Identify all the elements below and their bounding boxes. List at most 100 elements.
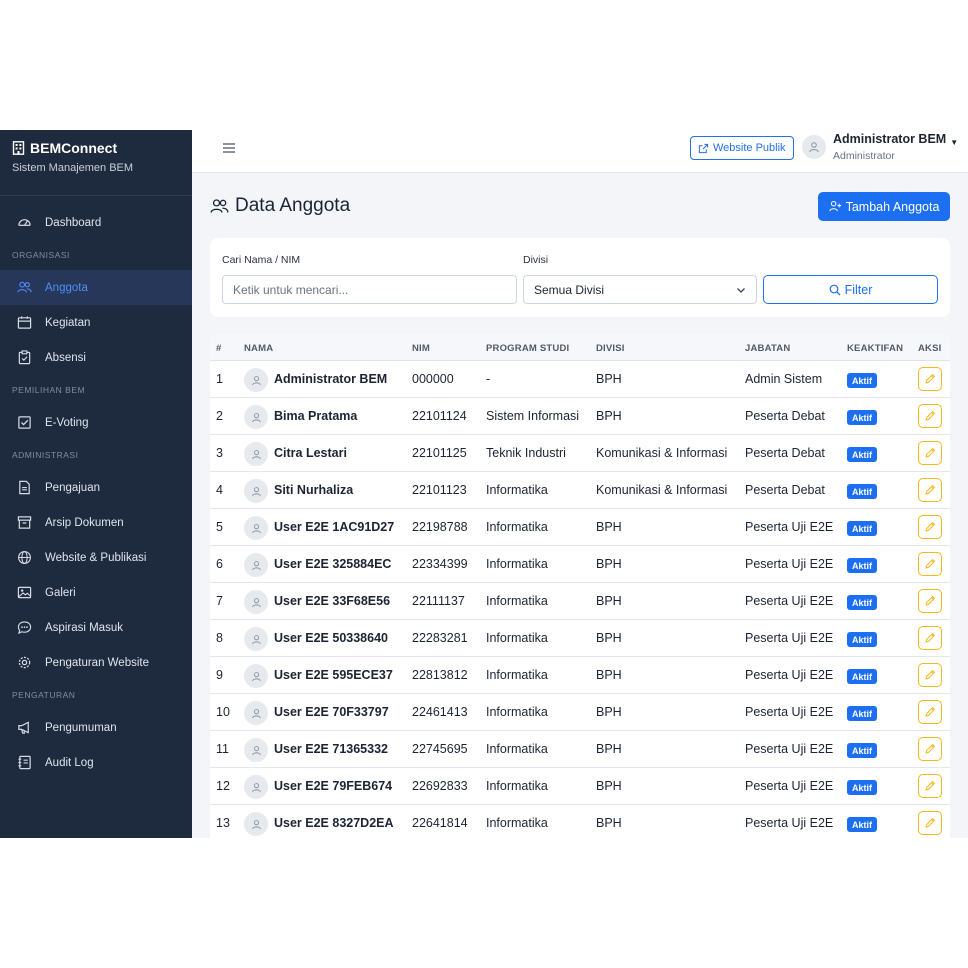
public-website-button[interactable]: Website Publik [690,136,794,160]
status-badge: Aktif [847,817,877,832]
table-body: 1 Administrator BEM 000000 - BPH Admin Sistem… [210,361,950,838]
person-icon [251,782,262,793]
sidebar-item-kegiatan[interactable]: Kegiatan [0,305,192,340]
cell-divisi: BPH [596,594,622,608]
sidebar-item-galeri[interactable]: Galeri [0,575,192,610]
person-icon [251,708,262,719]
chat-dots-icon [16,620,32,636]
cell-name: Siti Nurhaliza [274,483,354,497]
table-row: 1 Administrator BEM 000000 - BPH Admin Sistem… [210,361,950,398]
cell-no: 5 [216,520,223,534]
brand-title[interactable]: BEMConnect [12,140,180,156]
status-badge: Aktif [847,632,877,647]
sidebar-item-dashboard[interactable]: Dashboard [0,205,192,240]
cell-program-studi: Informatika [486,520,548,534]
cell-divisi: Komunikasi & Informasi [596,446,728,460]
sidebar-item-audit-log[interactable]: Audit Log [0,745,192,780]
sidebar-item-label: Absensi [45,351,86,364]
status-badge: Aktif [847,373,877,388]
brand: BEMConnect Sistem Manajemen BEM [0,130,192,196]
table-row: 6 User E2E 325884EC 22334399 Informatika BPH… [210,546,950,583]
cell-divisi: BPH [596,668,622,682]
cell-jabatan: Peserta Uji E2E [745,557,834,571]
user-menu[interactable]: Administrator BEM Administrator ▼ [802,132,958,162]
cell-no: 9 [216,668,223,682]
add-member-button[interactable]: Tambah Anggota [818,192,950,221]
pencil-icon [924,706,936,718]
members-table: # NAMA NIM PROGRAM STUDI DIVISI JABATAN … [210,334,950,838]
edit-button[interactable] [918,737,942,761]
status-badge: Aktif [847,780,877,795]
edit-button[interactable] [918,811,942,835]
user-role: Administrator [833,150,895,162]
menu-toggle-icon[interactable] [222,141,236,155]
sidebar-item-label: Audit Log [45,756,94,769]
avatar [244,664,268,688]
cell-name: User E2E 70F33797 [274,705,389,719]
sidebar-item-label: Pengajuan [45,481,100,494]
caret-down-icon: ▼ [950,137,959,147]
edit-button[interactable] [918,367,942,391]
app-window: BEMConnect Sistem Manajemen BEM Dashboar… [0,130,968,838]
search-input[interactable]: Ketik untuk mencari... [222,275,517,304]
public-website-label: Website Publik [713,142,786,154]
status-badge: Aktif [847,669,877,684]
person-icon [251,745,262,756]
pencil-icon [924,373,936,385]
cell-jabatan: Peserta Uji E2E [745,705,834,719]
sidebar-item-aspirasi[interactable]: Aspirasi Masuk [0,610,192,645]
megaphone-icon [16,720,32,736]
gauge-icon [16,215,32,231]
cell-program-studi: Teknik Industri [486,446,566,460]
table-row: 9 User E2E 595ECE37 22813812 Informatika BPH… [210,657,950,694]
header-name: NAMA [244,343,274,354]
search-icon [829,284,841,295]
pencil-icon [924,410,936,422]
edit-button[interactable] [918,774,942,798]
edit-button[interactable] [918,404,942,428]
cell-program-studi: Informatika [486,557,548,571]
edit-button[interactable] [918,663,942,687]
cell-nim: 000000 [412,372,454,386]
sidebar-item-label: Arsip Dokumen [45,516,124,529]
nav-section-pengaturan: PENGATURAN [12,690,76,700]
header-nim: NIM [412,343,431,354]
sidebar-item-website[interactable]: Website & Publikasi [0,540,192,575]
edit-button[interactable] [918,700,942,724]
pencil-icon [924,484,936,496]
file-text-icon [16,480,32,496]
sidebar-item-pengumuman[interactable]: Pengumuman [0,710,192,745]
cell-nim: 22101124 [412,409,467,423]
division-select[interactable]: Semua Divisi [523,275,757,304]
cell-no: 11 [216,742,229,756]
edit-button[interactable] [918,515,942,539]
search-placeholder: Ketik untuk mencari... [233,282,349,297]
avatar [244,738,268,762]
edit-button[interactable] [918,478,942,502]
edit-button[interactable] [918,589,942,613]
cell-name: User E2E 71365332 [274,742,388,756]
filter-button[interactable]: Filter [763,275,938,304]
nav-section-pemilihan: PEMILIHAN BEM [12,385,86,395]
sidebar-item-arsip[interactable]: Arsip Dokumen [0,505,192,540]
header-program-studi: PROGRAM STUDI [486,343,570,354]
person-icon [251,634,262,645]
sidebar-item-anggota[interactable]: Anggota [0,270,192,305]
sidebar-item-pengajuan[interactable]: Pengajuan [0,470,192,505]
edit-button[interactable] [918,626,942,650]
sidebar-item-evoting[interactable]: E-Voting [0,405,192,440]
edit-button[interactable] [918,441,942,465]
status-badge: Aktif [847,484,877,499]
status-badge: Aktif [847,743,877,758]
sidebar-item-pengaturan-website[interactable]: Pengaturan Website [0,645,192,680]
sidebar-item-absensi[interactable]: Absensi [0,340,192,375]
cell-jabatan: Admin Sistem [745,372,823,386]
cell-no: 2 [216,409,223,423]
cell-nim: 22111137 [412,594,465,608]
user-info: Administrator BEM Administrator [833,132,946,162]
edit-button[interactable] [918,552,942,576]
sidebar: BEMConnect Sistem Manajemen BEM Dashboar… [0,130,192,838]
clipboard-check-icon [16,350,32,366]
cell-jabatan: Peserta Uji E2E [745,779,834,793]
cell-divisi: BPH [596,742,622,756]
